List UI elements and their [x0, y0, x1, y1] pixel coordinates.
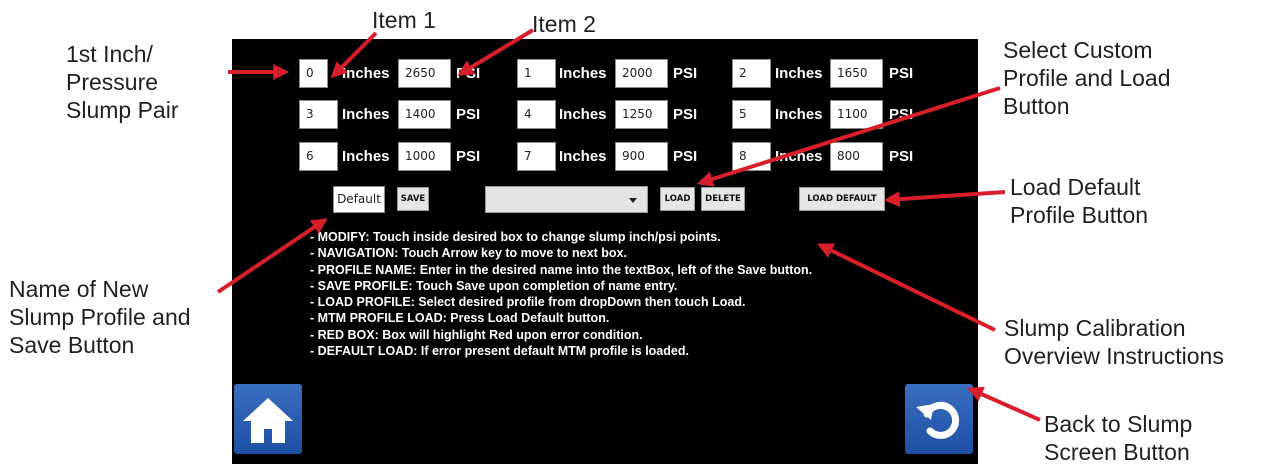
callout-select-custom-profile: Select Custom Profile and Load Button [1003, 37, 1171, 119]
inches-label: Inches [559, 65, 607, 82]
psi-label: PSI [673, 148, 698, 165]
callout-name-new-profile: Name of New Slump Profile and Save Butto… [9, 276, 191, 358]
calibration-instructions: - MODIFY: Touch inside desired box to ch… [310, 229, 812, 359]
delete-button[interactable]: DELETE [701, 187, 745, 211]
psi-label: PSI [456, 106, 481, 123]
psi-field-8[interactable]: 800 [830, 142, 883, 171]
psi-label: PSI [456, 65, 481, 82]
psi-label: PSI [889, 65, 914, 82]
psi-field-4[interactable]: 1250 [615, 100, 668, 129]
instruction-line: - MTM PROFILE LOAD: Press Load Default b… [310, 311, 610, 326]
psi-label: PSI [889, 148, 914, 165]
inches-label: Inches [559, 106, 607, 123]
instruction-line: - DEFAULT LOAD: If error present default… [310, 344, 689, 359]
psi-field-0[interactable]: 2650 [398, 59, 451, 88]
save-button[interactable]: SAVE [397, 187, 429, 211]
instruction-line: - PROFILE NAME: Enter in the desired nam… [310, 262, 813, 277]
psi-field-7[interactable]: 900 [615, 142, 668, 171]
load-default-button[interactable]: LOAD DEFAULT [799, 187, 885, 211]
inch-field-2[interactable]: 2 [732, 59, 771, 88]
instruction-line: - RED BOX: Box will highlight Red upon e… [310, 327, 643, 342]
callout-item-1: Item 1 [372, 7, 436, 33]
inches-label: Inches [775, 65, 823, 82]
psi-label: PSI [673, 65, 698, 82]
psi-field-3[interactable]: 1400 [398, 100, 451, 129]
inch-field-3[interactable]: 3 [299, 100, 338, 129]
callout-back-to-slump: Back to Slump Screen Button [1044, 411, 1193, 465]
psi-field-5[interactable]: 1100 [830, 100, 883, 129]
psi-field-2[interactable]: 1650 [830, 59, 883, 88]
load-button[interactable]: LOAD [660, 187, 695, 211]
inch-field-6[interactable]: 6 [299, 142, 338, 171]
arrow-back [967, 386, 1041, 422]
home-icon [243, 398, 293, 443]
slump-calibration-screen: 0 Inches 2650 PSI 1 Inches 2000 PSI 2 In… [232, 39, 978, 464]
chevron-down-icon [629, 198, 637, 203]
inch-field-5[interactable]: 5 [732, 100, 771, 129]
home-button[interactable] [234, 384, 302, 454]
callout-item-2: Item 2 [532, 11, 596, 37]
psi-label: PSI [673, 106, 698, 123]
inches-label: Inches [342, 148, 390, 165]
inches-label: Inches [775, 106, 823, 123]
instruction-line: - MODIFY: Touch inside desired box to ch… [310, 230, 721, 244]
inch-field-0[interactable]: 0 [299, 59, 328, 88]
inches-label: Inches [775, 148, 823, 165]
profile-dropdown[interactable] [485, 186, 648, 213]
psi-field-6[interactable]: 1000 [398, 142, 451, 171]
inch-field-7[interactable]: 7 [517, 142, 556, 171]
psi-label: PSI [456, 148, 481, 165]
inch-field-4[interactable]: 4 [517, 100, 556, 129]
profile-name-input[interactable]: Default [333, 186, 385, 213]
back-to-slump-button[interactable] [905, 384, 973, 454]
callout-inch-pressure-pair: 1st Inch/ Pressure Slump Pair [66, 41, 179, 123]
instruction-line: - LOAD PROFILE: Select desired profile f… [310, 295, 746, 310]
instruction-line: - NAVIGATION: Touch Arrow key to move to… [310, 246, 627, 261]
inches-label: Inches [342, 65, 390, 82]
inch-field-1[interactable]: 1 [517, 59, 556, 88]
inches-label: Inches [559, 148, 607, 165]
refresh-back-icon [916, 401, 960, 439]
inch-field-8[interactable]: 8 [732, 142, 771, 171]
callout-load-default-profile: Load Default Profile Button [1010, 174, 1149, 228]
inches-label: Inches [342, 106, 390, 123]
psi-field-1[interactable]: 2000 [615, 59, 668, 88]
psi-label: PSI [889, 106, 914, 123]
callout-calibration-overview: Slump Calibration Overview Instructions [1004, 315, 1224, 369]
instruction-line: - SAVE PROFILE: Touch Save upon completi… [310, 278, 678, 293]
